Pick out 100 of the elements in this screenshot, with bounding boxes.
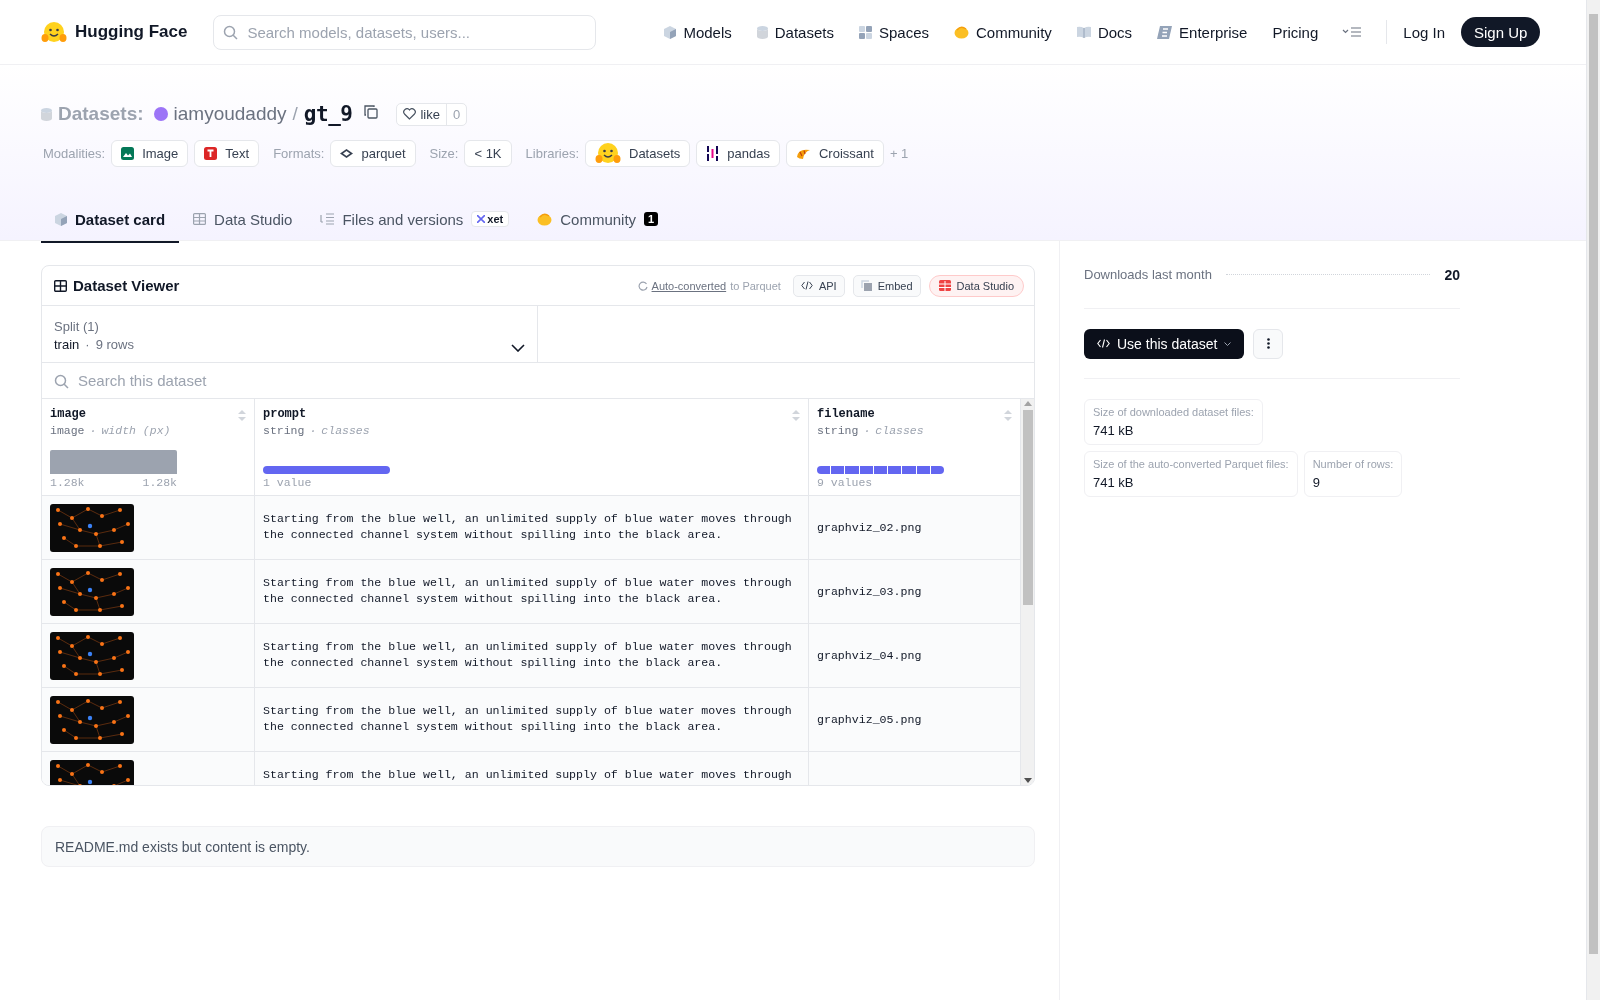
owner-link[interactable]: iamyoudaddy <box>173 103 287 125</box>
tab[interactable]: Files and versions xet <box>306 197 524 243</box>
search-field[interactable]: Search models, datasets, users... <box>213 14 597 50</box>
stat-value: 9 <box>1312 475 1321 490</box>
stat-label: 1.28k <box>50 476 85 489</box>
column-header[interactable]: prompt string · classes 1 value <box>255 399 809 495</box>
login-link[interactable]: Log In <box>1403 23 1445 41</box>
repo-type-label: Datasets: <box>58 103 144 125</box>
repo-name[interactable]: gt_9 <box>303 102 353 126</box>
table-icon <box>193 213 207 225</box>
toolbar-button[interactable]: Embed <box>852 274 921 297</box>
stat-label: Size of downloaded dataset files: <box>1093 406 1254 418</box>
nav-link[interactable]: Pricing <box>1272 23 1319 41</box>
nav-link[interactable]: Docs <box>1076 23 1133 41</box>
smiley-icon <box>595 141 621 165</box>
file-list-icon <box>320 213 335 225</box>
tag-chip[interactable]: parquet <box>330 139 416 167</box>
stat-label: Size of the auto-converted Parquet files: <box>1093 458 1289 470</box>
path-separator: / <box>292 103 298 125</box>
caret-icon <box>1224 341 1232 346</box>
xet-badge: xet <box>471 211 510 227</box>
logo-link[interactable]: Hugging Face <box>41 20 188 44</box>
page-scrollbar[interactable] <box>1586 0 1600 1000</box>
column-name: prompt <box>263 407 307 421</box>
column-name: filename <box>817 407 875 421</box>
column-header[interactable]: image image · width (px) 1.28k 1.28k <box>42 399 255 495</box>
column-stat-type: classes <box>321 424 370 437</box>
count-badge: 1 <box>644 212 659 226</box>
nav-link[interactable]: Models <box>664 23 732 41</box>
nav-link[interactable]: Community <box>954 23 1052 41</box>
converted-note: to Parquet <box>730 279 781 292</box>
copy-icon <box>860 280 872 291</box>
tag-chip[interactable]: pandas <box>696 139 780 167</box>
nav-link[interactable]: Spaces <box>858 23 929 41</box>
table-scrollbar[interactable] <box>1020 399 1034 785</box>
like-button[interactable]: like <box>397 106 446 122</box>
column-stat-type: classes <box>875 424 924 437</box>
bars-icon <box>706 145 720 161</box>
stat-label: Number of rows: <box>1312 458 1394 470</box>
converted-link[interactable]: Auto-converted <box>651 279 727 292</box>
filter-label: Formats: <box>273 145 325 161</box>
downloads-label: Downloads last month <box>1084 267 1212 282</box>
cube-icon <box>55 212 67 226</box>
separator-dot: · <box>309 424 317 437</box>
tab[interactable]: Community 1 <box>523 197 673 243</box>
grid-icon <box>858 25 872 39</box>
split-name: train <box>54 337 80 352</box>
separator-dot: · <box>863 424 871 437</box>
panel-title: Dataset Viewer <box>73 277 180 294</box>
column-type: string <box>817 424 859 437</box>
nav-link[interactable]: Datasets <box>756 23 834 41</box>
filter-label: Libraries: <box>525 145 579 161</box>
column-header[interactable]: filename string · classes 9 values <box>809 399 1020 495</box>
tab[interactable]: Data Studio <box>179 197 307 243</box>
tag-chip[interactable]: Image <box>111 139 189 167</box>
stat-label: 1 value <box>263 476 312 489</box>
layers-icon <box>340 148 354 158</box>
smiley-logo-icon <box>41 20 67 44</box>
table-cell-text: Starting from the blue well, an unlimited supply of blue water moves through the connected channel system without spilling into the black area. <box>263 703 793 735</box>
toolbar-button[interactable]: API <box>792 274 845 297</box>
split-dropdown[interactable]: Split (1) train · 9 rows <box>42 306 538 362</box>
database-icon <box>41 107 52 121</box>
image-icon <box>121 146 135 160</box>
signup-button[interactable]: Sign Up <box>1461 17 1541 47</box>
tag-chip[interactable]: < 1K <box>464 139 512 167</box>
downloads-count: 20 <box>1444 266 1460 283</box>
nav-link[interactable]: Enterprise <box>1157 23 1248 41</box>
tag-chip[interactable]: Datasets <box>585 139 691 167</box>
filter-label: Size: <box>429 145 459 161</box>
more-options-button[interactable] <box>1253 328 1284 359</box>
code-icon <box>800 281 813 290</box>
split-row-count: 9 rows <box>95 337 134 352</box>
search-icon <box>223 24 239 40</box>
stat-value: 741 kB <box>1093 475 1135 490</box>
refresh-icon <box>637 280 648 291</box>
split-label: Split (1) <box>54 319 100 334</box>
menu-icon[interactable] <box>1342 26 1363 38</box>
data-studio-button[interactable]: Data Studio <box>928 274 1024 297</box>
separator-dot: · <box>85 337 90 352</box>
table-cell: graphviz_02.png <box>817 519 922 536</box>
tag-chip[interactable]: Text <box>194 139 260 167</box>
book-icon <box>1076 26 1091 38</box>
separator-dot: · <box>89 424 97 437</box>
sort-icon <box>791 409 801 422</box>
column-name: image <box>50 407 86 421</box>
column-type: string <box>263 424 305 437</box>
use-dataset-button[interactable]: Use this dataset <box>1084 328 1245 359</box>
avatar-icon <box>153 107 168 121</box>
scroll-up-icon[interactable] <box>1023 401 1032 406</box>
scroll-down-icon[interactable] <box>1023 778 1032 783</box>
table-icon <box>938 280 951 291</box>
tab[interactable]: Dataset card <box>41 197 180 243</box>
filter-label: Modalities: <box>43 145 106 161</box>
like-count: 0 <box>445 103 467 125</box>
stat-label: 9 values <box>817 476 873 489</box>
table-icon <box>54 279 67 292</box>
table-cell: graphviz_03.png <box>817 583 922 600</box>
tag-chip[interactable]: Croissant <box>785 139 884 167</box>
table-cell-text: Starting from the blue well, an unlimited supply of blue water moves through <box>263 767 793 783</box>
readme-notice: README.md exists but content is empty. <box>41 826 1035 867</box>
